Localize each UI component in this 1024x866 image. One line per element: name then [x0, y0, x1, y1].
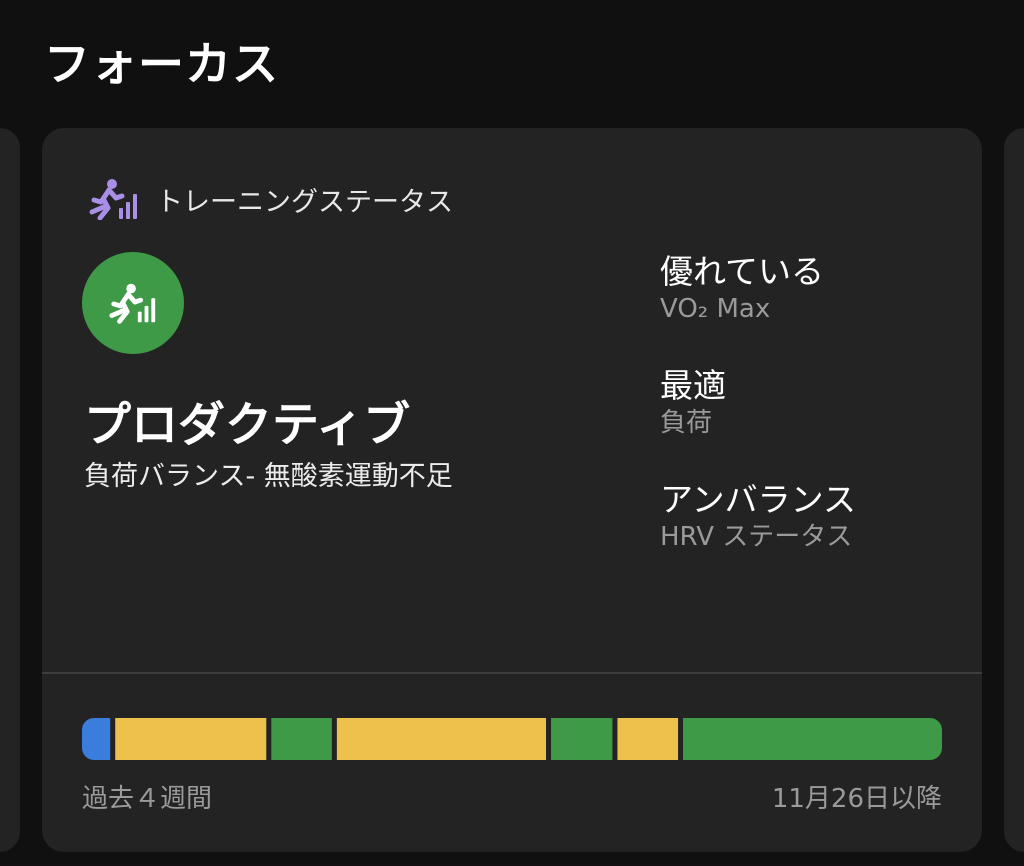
section-title: フォーカス	[44, 37, 279, 91]
metric-value: 優れている	[660, 252, 825, 291]
runner-bars-icon	[109, 283, 156, 324]
status-badge	[82, 252, 184, 354]
metric-hrv: アンバランス HRV ステータス	[660, 480, 960, 594]
metric-label: HRV ステータス	[660, 522, 853, 552]
metric-label: 負荷	[660, 408, 713, 438]
history-segment-blue	[82, 718, 111, 760]
history-segment-yellow	[115, 718, 267, 760]
history-segment-green	[551, 718, 613, 760]
focus-screen: フォーカス トレーニングステータス プロダクティブ 負荷バランス- 無酸素運動不…	[0, 0, 1024, 866]
next-card[interactable]	[1004, 128, 1024, 852]
status-title: プロダクティブ	[84, 398, 411, 453]
card-header: トレーニングステータス	[86, 178, 453, 220]
previous-card[interactable]	[0, 128, 20, 852]
status-history-bar	[82, 718, 942, 760]
history-segment-green	[683, 718, 942, 760]
metric-value: アンバランス	[660, 480, 857, 519]
training-status-card[interactable]: トレーニングステータス プロダクティブ 負荷バランス- 無酸素運動不足 優れてい…	[42, 128, 982, 852]
status-subtitle: 負荷バランス- 無酸素運動不足	[84, 461, 453, 492]
card-title: トレーニングステータス	[156, 186, 453, 218]
runner-bars-icon	[89, 179, 137, 220]
metric-value: 最適	[660, 366, 726, 405]
metric-vo2max: 優れている VO₂ Max	[660, 252, 960, 366]
history-segment-yellow	[617, 718, 679, 760]
history-segment-yellow	[336, 718, 547, 760]
metric-load: 最適 負荷	[660, 366, 960, 480]
metric-label: VO₂ Max	[660, 294, 771, 324]
history-end-label: 11月26日以降	[771, 784, 942, 814]
history-start-label: 過去４週間	[82, 784, 213, 814]
metrics-list: 優れている VO₂ Max 最適 負荷 アンバランス HRV ステータス	[660, 252, 960, 594]
divider	[42, 672, 982, 674]
history-segment-green	[271, 718, 332, 760]
